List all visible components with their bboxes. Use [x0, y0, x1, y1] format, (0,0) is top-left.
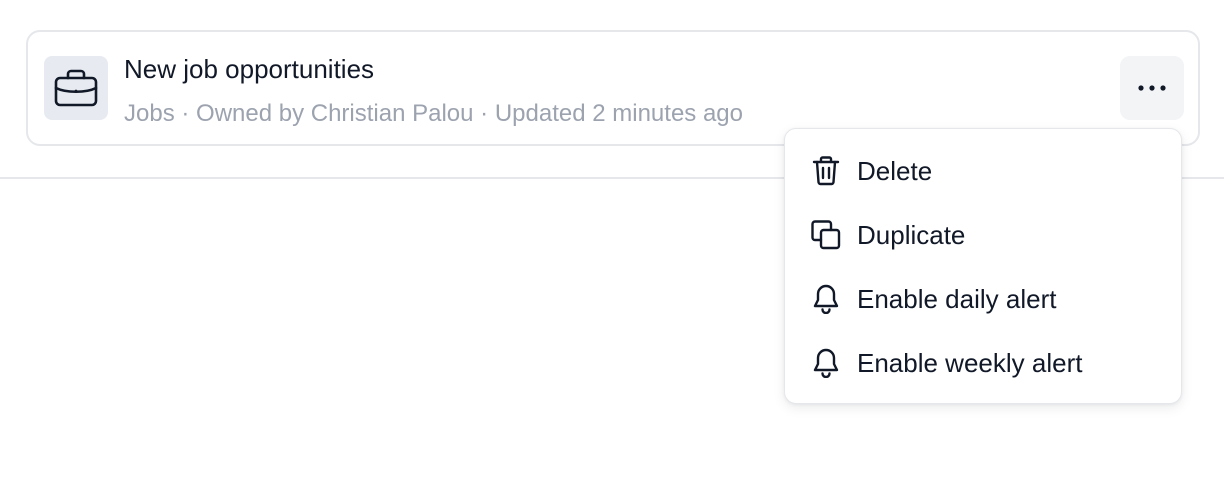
menu-item-enable-weekly-alert[interactable]: Enable weekly alert — [785, 331, 1181, 395]
saved-search-page: New job opportunities Jobs · Owned by Ch… — [0, 0, 1224, 502]
menu-item-label: Enable weekly alert — [857, 347, 1083, 378]
menu-item-label: Enable daily alert — [857, 283, 1057, 314]
card-meta: Jobs · Owned by Christian Palou · Update… — [124, 100, 743, 127]
bell-icon — [809, 346, 843, 380]
options-dropdown-menu: Delete Duplicate Enable daily alert Enab… — [784, 128, 1182, 404]
more-options-button[interactable] — [1120, 56, 1184, 120]
menu-item-duplicate[interactable]: Duplicate — [785, 203, 1181, 267]
bell-icon — [809, 282, 843, 316]
menu-item-enable-daily-alert[interactable]: Enable daily alert — [785, 267, 1181, 331]
card-icon-tile — [44, 56, 108, 120]
menu-item-delete[interactable]: Delete — [785, 139, 1181, 203]
card-title[interactable]: New job opportunities — [124, 52, 374, 86]
briefcase-icon — [54, 69, 98, 107]
duplicate-icon — [809, 218, 843, 252]
trash-icon — [809, 154, 843, 188]
ellipsis-horizontal-icon — [1138, 85, 1166, 91]
menu-item-label: Delete — [857, 155, 933, 186]
menu-item-label: Duplicate — [857, 219, 966, 250]
